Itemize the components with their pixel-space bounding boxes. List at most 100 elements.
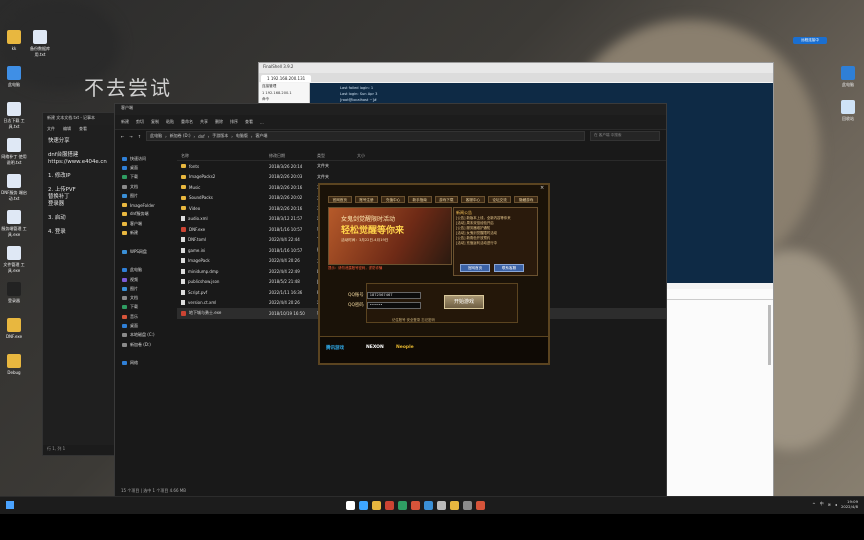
taskbar-app-icon[interactable]	[385, 501, 394, 510]
breadcrumb-item[interactable]: 电脑版	[236, 133, 248, 139]
remote-tag[interactable]: 远程连接中	[793, 37, 827, 44]
desktop-icon[interactable]: 此电脑	[0, 66, 28, 88]
notepad-menu-item[interactable]: 查看	[79, 126, 87, 133]
chevron-up-icon[interactable]: ^	[812, 502, 815, 507]
contact-service-button[interactable]: 联系客服	[494, 264, 524, 272]
nav-item[interactable]: 此电脑	[119, 266, 177, 275]
rdp-tab[interactable]: 1 192.168.200.131	[261, 75, 312, 82]
breadcrumb[interactable]: 此电脑 › 新加卷 (D:) › dnf › 手游版本 › 电脑版 › 客户端	[146, 131, 585, 141]
nav-item[interactable]: 桌面	[119, 163, 177, 172]
rdp-sidebar-item[interactable]: 连接管理	[259, 83, 309, 90]
column-header[interactable]: 名称	[177, 153, 269, 159]
desktop-icon[interactable]: 登录器	[0, 282, 28, 304]
wifi-icon[interactable]: ≋	[828, 502, 831, 507]
desktop-icon[interactable]: 此电脑	[834, 66, 862, 88]
toolbar-button[interactable]: 排序	[230, 119, 238, 125]
notepad-text[interactable]: 快速分享 dnf台服搭建 https://www.e404e.cn 1. 修改IP 2.…	[43, 134, 118, 240]
toolbar-button[interactable]: 共享	[200, 119, 208, 125]
taskbar-app-icon[interactable]	[437, 501, 446, 510]
taskbar-app-icon[interactable]	[411, 501, 420, 510]
nav-item[interactable]: 文档	[119, 293, 177, 302]
nav-item[interactable]: 图片	[119, 191, 177, 200]
start-icon[interactable]	[6, 501, 14, 509]
toolbar-button[interactable]: 复制	[151, 119, 159, 125]
rdp-sidebar-item[interactable]: 命令	[259, 96, 309, 103]
taskbar-app-icon[interactable]	[359, 501, 368, 510]
taskbar-app-icon[interactable]	[424, 501, 433, 510]
taskbar-app-icon[interactable]	[476, 501, 485, 510]
launcher-tab[interactable]: 官网首页	[328, 196, 352, 203]
toolbar-button[interactable]: 删除	[215, 119, 223, 125]
search-input[interactable]: 在 客户端 中搜索	[590, 131, 660, 141]
login-options[interactable]: 记住账号 安全登录 忘记密码	[392, 317, 435, 322]
desktop-icon[interactable]: 回收站	[834, 100, 862, 122]
launcher-tab[interactable]: 游戏下载	[434, 196, 459, 203]
desktop-icon[interactable]: 网络补丁 使用说明.txt	[0, 138, 28, 166]
news-item[interactable]: [活动] 充值返利活动进行中	[456, 241, 535, 246]
nav-item[interactable]: 图片	[119, 284, 177, 293]
toolbar-button[interactable]: 剪切	[136, 119, 144, 125]
toolbar-button[interactable]: 粘贴	[166, 119, 174, 125]
nav-item[interactable]: 新加卷 (D:)	[119, 340, 177, 349]
start-game-button[interactable]: 开始游戏	[444, 295, 484, 309]
breadcrumb-item[interactable]: 手游版本	[212, 133, 228, 139]
nav-item[interactable]: 下载	[119, 303, 177, 312]
nav-item[interactable]: ImageFolder	[119, 200, 177, 209]
nav-item[interactable]: 音乐	[119, 312, 177, 321]
desktop-icon[interactable]: Debug	[0, 354, 28, 375]
launcher-tab[interactable]: 新手指南	[407, 196, 432, 203]
clock[interactable]: 19:09 2022/4/8	[841, 499, 858, 509]
forward-arrow-icon[interactable]: →	[129, 134, 132, 139]
close-icon[interactable]: ×	[540, 186, 545, 191]
launcher-banner[interactable]: 女鬼剑觉醒限时活动 轻松觉醒等你来 活动时间：3月22日-4月19日	[328, 207, 452, 265]
desktop-icon[interactable]: 文件管理 工具.exe	[0, 246, 28, 274]
nav-item[interactable]: 桌面	[119, 321, 177, 330]
nav-item[interactable]: WPS网盘	[119, 247, 177, 256]
desktop-icon[interactable]: DNF服务 端启动.txt	[0, 174, 28, 202]
nav-item[interactable]: dnf服务端	[119, 210, 177, 219]
game-launcher-window[interactable]: × 官网首页 账号注册 充值中心 新手指南 游戏下载 客服中心 论坛交流 隐藏游戏 女鬼剑觉醒…	[318, 183, 550, 365]
launcher-tab[interactable]: 充值中心	[381, 196, 405, 203]
password-input[interactable]: ••••••	[366, 301, 421, 309]
taskbar-app-icon[interactable]	[372, 501, 381, 510]
taskbar-app-icon[interactable]	[463, 501, 472, 510]
account-input[interactable]: 1872567467	[366, 291, 421, 299]
nav-item[interactable]: 快速访问	[119, 154, 177, 163]
nav-item[interactable]: 新建	[119, 228, 177, 237]
desktop-icon[interactable]: 日志下载 工具.txt	[0, 102, 28, 130]
desktop-icon[interactable]: kk	[0, 30, 28, 51]
desktop-icon[interactable]: 服务端管理 工具.exe	[0, 210, 28, 238]
taskbar-app-icon[interactable]	[398, 501, 407, 510]
nav-item[interactable]: 客户端	[119, 219, 177, 228]
column-header[interactable]: 修改日期	[269, 153, 317, 159]
nav-item[interactable]: 网络	[119, 359, 177, 368]
nav-item[interactable]: 文档	[119, 182, 177, 191]
notepad-menu-item[interactable]: 编辑	[63, 126, 71, 133]
desktop-icon[interactable]: 备份数据库 用.txt	[26, 30, 54, 58]
launcher-tab[interactable]: 客服中心	[461, 196, 485, 203]
toolbar-button[interactable]: ...	[260, 120, 264, 125]
breadcrumb-item[interactable]: 此电脑	[150, 133, 162, 139]
toolbar-button[interactable]: 重命名	[181, 119, 193, 125]
launcher-tab[interactable]: 论坛交流	[487, 196, 512, 203]
column-header[interactable]: 大小	[357, 153, 387, 159]
back-arrow-icon[interactable]: ←	[121, 134, 124, 139]
toolbar-button[interactable]: 新建	[121, 119, 129, 125]
official-site-button[interactable]: 官网首页	[460, 264, 490, 272]
launcher-tab[interactable]: 账号注册	[354, 196, 379, 203]
breadcrumb-item[interactable]: 客户端	[255, 133, 267, 139]
taskbar-app-icon[interactable]	[450, 501, 459, 510]
column-header[interactable]: 类型	[317, 153, 357, 159]
breadcrumb-item[interactable]: dnf	[198, 134, 204, 139]
nav-item[interactable]: 下载	[119, 173, 177, 182]
taskbar-app-icon[interactable]	[346, 501, 355, 510]
nav-item[interactable]: 本地磁盘 (C:)	[119, 331, 177, 340]
toolbar-button[interactable]: 查看	[245, 119, 253, 125]
nav-item[interactable]: 视频	[119, 275, 177, 284]
file-row[interactable]: ImagePacks2 2018/2/26 20:03 文件夹	[177, 172, 666, 183]
notepad-menu-item[interactable]: 文件	[47, 126, 55, 133]
volume-icon[interactable]: ◂	[835, 502, 837, 507]
desktop-icon[interactable]: DNF.exe	[0, 318, 28, 339]
language-indicator[interactable]: 中	[820, 501, 824, 507]
launcher-tab[interactable]: 隐藏游戏	[514, 196, 538, 203]
